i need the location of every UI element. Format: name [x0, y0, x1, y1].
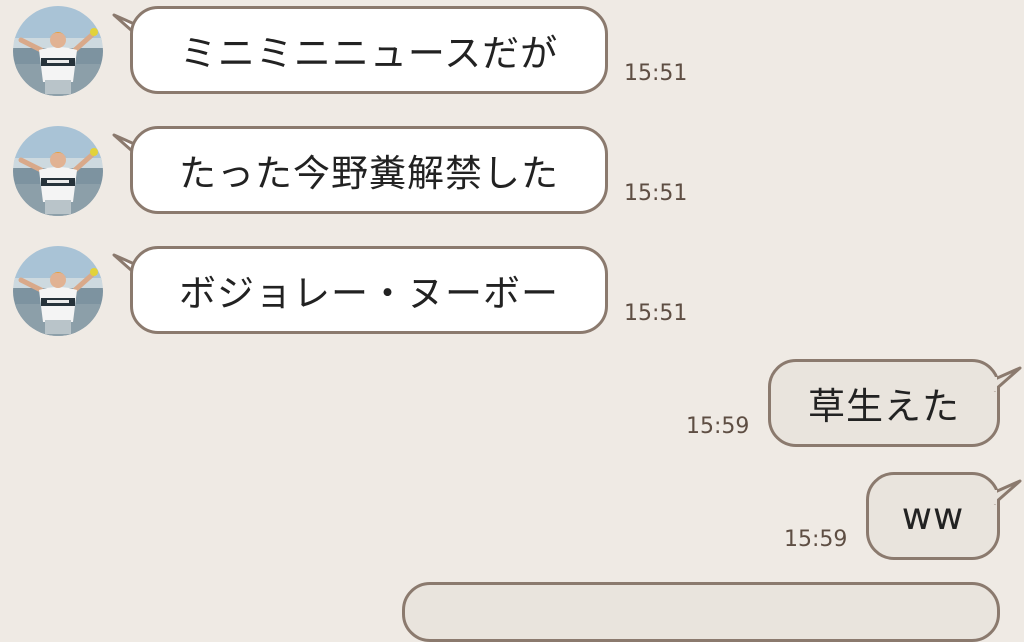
incoming-message-bubble[interactable]: ボジョレー・ヌーボー [130, 246, 608, 334]
sender-avatar[interactable] [13, 246, 103, 336]
sender-avatar[interactable] [13, 126, 103, 216]
sender-avatar[interactable] [13, 6, 103, 96]
incoming-message-bubble[interactable]: たった今野糞解禁した [130, 126, 608, 214]
user-avatar-icon [13, 6, 103, 96]
message-text: ww [901, 494, 965, 538]
incoming-message-bubble[interactable]: ミニミニニュースだが [130, 6, 608, 94]
message-timestamp: 15:59 [784, 527, 848, 552]
outgoing-bubble-tail [992, 366, 1022, 392]
message-timestamp: 15:51 [624, 181, 688, 206]
user-avatar-icon [13, 126, 103, 216]
outgoing-message-bubble[interactable]: ww [866, 472, 1000, 560]
user-avatar-icon [13, 246, 103, 336]
outgoing-message-bubble[interactable]: 草生えた [768, 359, 1000, 447]
partial-message-bubble[interactable] [402, 582, 1000, 642]
message-text: たった今野糞解禁した [179, 152, 559, 195]
message-timestamp: 15:59 [686, 414, 750, 439]
message-timestamp: 15:51 [624, 61, 688, 86]
message-timestamp: 15:51 [624, 301, 688, 326]
outgoing-bubble-tail [992, 479, 1022, 505]
message-text: ミニミニニュースだが [179, 32, 559, 75]
message-text: ボジョレー・ヌーボー [179, 272, 559, 315]
message-text: 草生えた [808, 385, 960, 428]
